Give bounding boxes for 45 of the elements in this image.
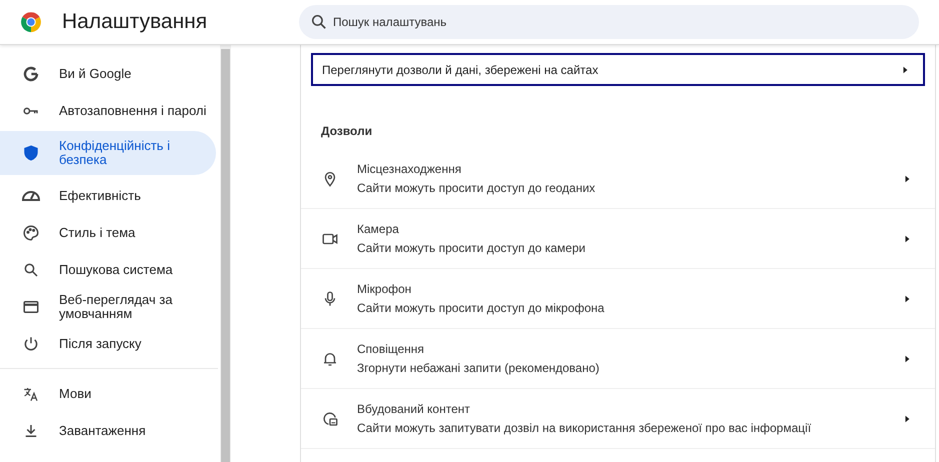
sidebar-item[interactable]: Пошукова система — [0, 251, 216, 288]
sidebar-item[interactable]: Мови — [0, 375, 216, 412]
sidebar-item[interactable]: Стиль і тема — [0, 214, 216, 251]
permission-description: Згорнути небажані запити (рекомендовано) — [357, 361, 600, 375]
google-g-icon — [22, 64, 40, 82]
palette-icon — [22, 224, 40, 242]
sidebar-item[interactable]: Автозаповнення і паролі — [0, 92, 216, 129]
caret-icon — [903, 294, 911, 302]
sidebar-item[interactable]: Веб-переглядач за умовчанням — [0, 288, 216, 325]
site-data-link[interactable]: Переглянути дозволи й дані, збережені на сайтах — [311, 53, 925, 86]
sidebar-item[interactable]: Ви й Google — [0, 55, 216, 92]
permission-row[interactable]: Мікрофон Сайти можуть просити доступ до мікрофона — [301, 269, 935, 329]
permission-title: Мікрофон — [357, 282, 412, 296]
caret-icon — [903, 234, 911, 242]
permission-row[interactable]: Сповіщення Згорнути небажані запити (рекомендовано) — [301, 329, 935, 389]
permission-description: Сайти можуть запитувати дозвіл на використання збереженої про вас інформації — [357, 421, 812, 435]
shield-icon — [22, 144, 40, 162]
search-field[interactable]: Пошук налаштувань — [299, 5, 919, 39]
search-icon — [22, 260, 40, 278]
gauge-icon — [22, 190, 40, 200]
power-icon — [22, 334, 40, 352]
caret-icon — [903, 414, 911, 422]
chrome-logo-icon — [20, 11, 42, 33]
caret-icon — [903, 354, 911, 362]
permission-row[interactable]: Місцезнаходження Сайти можуть просити доступ до геоданих — [301, 149, 935, 209]
permission-title: Камера — [357, 222, 400, 236]
permission-title: Сповіщення — [357, 342, 426, 356]
permission-row[interactable]: Вбудований контент Сайти можуть запитувати дозвіл на використання збереженої про вас інформації — [301, 389, 935, 449]
page-title: Налаштування — [62, 10, 208, 34]
embedded-content-icon — [321, 410, 339, 428]
permission-description: Сайти можуть просити доступ до мікрофона — [357, 301, 606, 315]
sidebar-item[interactable]: Завантаження — [0, 412, 216, 449]
section-heading: Дозволи — [321, 124, 374, 140]
sidebar-item[interactable]: Ефективність — [0, 177, 216, 214]
search-icon — [312, 15, 326, 29]
permission-row[interactable]: Камера Сайти можуть просити доступ до камери — [301, 209, 935, 269]
sidebar-item[interactable]: Після запуску — [0, 325, 216, 362]
scrollbar[interactable] — [220, 45, 231, 462]
permission-title: Місцезнаходження — [357, 162, 462, 176]
permission-description: Сайти можуть просити доступ до камери — [357, 241, 586, 255]
caret-icon — [903, 174, 911, 182]
permission-description: Сайти можуть просити доступ до геоданих — [357, 181, 596, 195]
sidebar-item[interactable]: Конфіденційність і безпека — [0, 131, 216, 175]
caret-icon — [901, 66, 909, 74]
permission-title: Вбудований контент — [357, 402, 472, 416]
